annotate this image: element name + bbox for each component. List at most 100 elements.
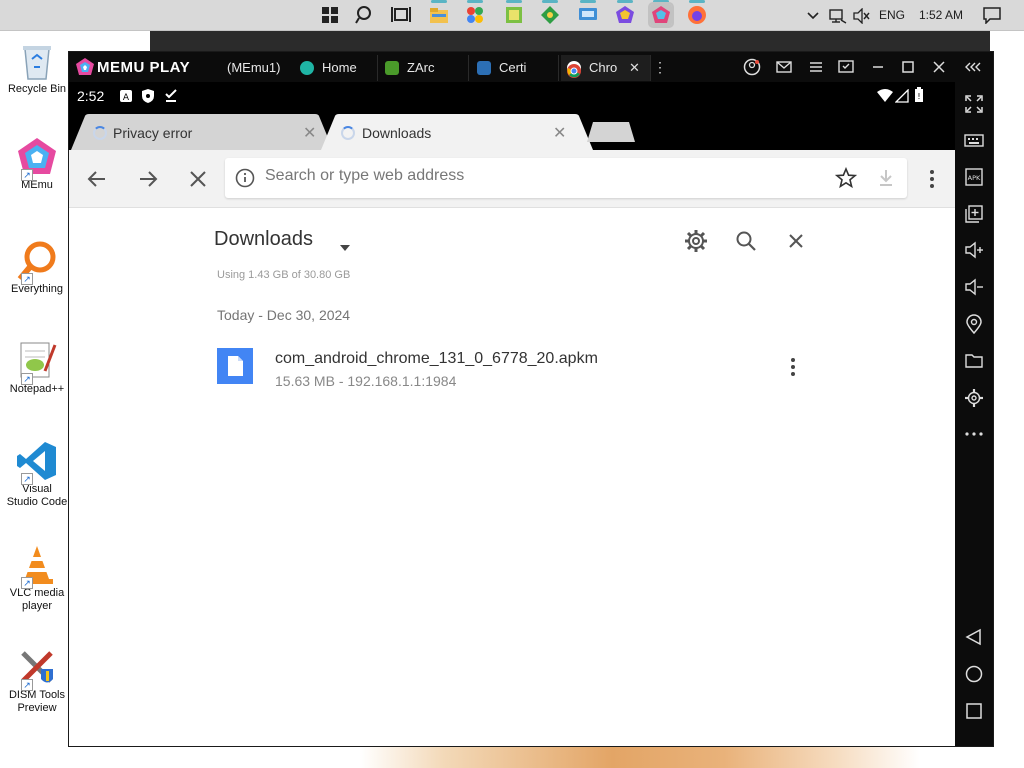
file-explorer-icon[interactable] bbox=[428, 4, 450, 26]
folder-icon[interactable] bbox=[964, 351, 984, 371]
certi-app-icon bbox=[477, 61, 491, 75]
add-window-icon[interactable] bbox=[964, 204, 984, 224]
back-arrow-icon[interactable] bbox=[84, 166, 110, 192]
close-icon[interactable] bbox=[930, 58, 948, 76]
search-icon[interactable] bbox=[354, 4, 376, 26]
everything-search-icon: ↗ bbox=[15, 239, 59, 285]
battery-icon: ! bbox=[915, 87, 923, 103]
maximize-icon[interactable] bbox=[899, 58, 917, 76]
recents-icon[interactable] bbox=[964, 701, 984, 721]
file-name[interactable]: com_android_chrome_131_0_6778_20.apkm bbox=[275, 350, 598, 368]
url-input[interactable] bbox=[265, 167, 825, 185]
account-icon[interactable] bbox=[743, 58, 761, 76]
memu-multi-icon[interactable] bbox=[648, 2, 674, 28]
firefox-icon[interactable] bbox=[686, 4, 708, 26]
memu-tab-chrome[interactable]: Chro ✕ bbox=[561, 55, 651, 81]
menu-icon[interactable] bbox=[807, 58, 825, 76]
notepad-plus-plus-icon: ↗ bbox=[15, 339, 59, 385]
chrome-toolbar bbox=[69, 150, 955, 208]
background-window bbox=[150, 31, 990, 51]
settings-icon[interactable] bbox=[964, 388, 984, 408]
clock[interactable]: 1:52 AM bbox=[919, 8, 963, 22]
network-icon[interactable] bbox=[829, 8, 847, 24]
memu-icon: ↗ bbox=[15, 135, 59, 181]
windows-taskbar: ENG 1:52 AM bbox=[0, 0, 1024, 31]
more-icon[interactable] bbox=[964, 424, 984, 444]
download-item[interactable]: com_android_chrome_131_0_6778_20.apkm 15… bbox=[215, 344, 815, 394]
green-tool-icon[interactable] bbox=[539, 4, 561, 26]
desktop-item-everything[interactable]: ↗ Everything bbox=[6, 239, 68, 296]
volume-up-icon[interactable] bbox=[964, 240, 984, 260]
apk-icon[interactable]: APK bbox=[964, 167, 984, 187]
remote-desktop-icon[interactable] bbox=[577, 4, 599, 26]
svg-text:APK: APK bbox=[968, 174, 981, 182]
notepad-plus-icon[interactable] bbox=[503, 4, 525, 26]
back-icon[interactable] bbox=[964, 627, 984, 647]
storage-usage: Using 1.43 GB of 30.80 GB bbox=[217, 269, 351, 281]
fullscreen-icon[interactable] bbox=[964, 94, 984, 114]
notifications-icon[interactable] bbox=[982, 6, 1002, 25]
location-icon[interactable] bbox=[964, 314, 984, 335]
memu-tab-certi[interactable]: Certi bbox=[471, 55, 559, 81]
desktop-item-vscode[interactable]: ↗ Visual Studio Code bbox=[6, 439, 68, 509]
search-icon[interactable] bbox=[733, 228, 759, 254]
volume-down-icon[interactable] bbox=[964, 277, 984, 297]
screen-mode-icon[interactable] bbox=[837, 58, 855, 76]
settings-gear-icon[interactable] bbox=[683, 228, 709, 254]
info-icon[interactable] bbox=[235, 168, 255, 188]
collapse-sidebar-icon[interactable] bbox=[964, 58, 982, 76]
app-icon-colorful[interactable] bbox=[464, 4, 486, 26]
downloads-page: Downloads Using 1.43 GB of 30.80 GB Toda… bbox=[69, 208, 955, 746]
page-title: Downloads bbox=[214, 228, 313, 250]
stop-loading-icon[interactable] bbox=[185, 166, 211, 192]
vscode-icon: ↗ bbox=[15, 439, 59, 485]
close-tab-icon[interactable]: ✕ bbox=[553, 123, 566, 143]
file-meta: 15.63 MB - 192.168.1.1:1984 bbox=[275, 373, 457, 389]
loading-spinner-icon bbox=[93, 126, 107, 140]
memu-titlebar[interactable]: MEMU PLAY (MEmu1) Home ZArc Certi Chro ✕… bbox=[69, 52, 993, 82]
android-screen: 2:52 A ! Privacy error ✕ Downloads ✕ Sea… bbox=[69, 82, 955, 746]
mail-icon[interactable] bbox=[775, 58, 793, 76]
status-time: 2:52 bbox=[77, 88, 105, 104]
task-view-icon[interactable] bbox=[390, 4, 412, 26]
download-page-icon[interactable] bbox=[877, 168, 895, 188]
new-tab-button[interactable] bbox=[587, 122, 635, 142]
close-tab-icon[interactable]: ✕ bbox=[629, 55, 640, 81]
close-icon[interactable] bbox=[783, 228, 809, 254]
desktop: Recycle Bin ↗ MEmu ↗ Everything ↗ Notepa… bbox=[0, 31, 68, 768]
home-icon[interactable] bbox=[964, 664, 984, 684]
more-tabs-icon[interactable]: ⋮ bbox=[651, 58, 669, 76]
desktop-wallpaper bbox=[360, 747, 920, 768]
memu-tab-home[interactable]: Home bbox=[294, 55, 378, 81]
language-indicator[interactable]: ENG bbox=[879, 8, 905, 22]
loading-spinner-icon bbox=[341, 126, 355, 140]
wifi-icon bbox=[877, 89, 893, 103]
desktop-item-notepad-plus-plus[interactable]: ↗ Notepad++ bbox=[6, 339, 68, 396]
minimize-icon[interactable] bbox=[869, 58, 887, 76]
chevron-up-icon[interactable] bbox=[806, 8, 820, 22]
signal-icon bbox=[894, 88, 909, 103]
start-icon[interactable] bbox=[319, 4, 341, 26]
desktop-item-recycle-bin[interactable]: Recycle Bin bbox=[6, 39, 68, 96]
chrome-tab-privacy-error[interactable]: Privacy error ✕ bbox=[71, 114, 333, 150]
dism-tools-icon: ↗ bbox=[15, 645, 59, 691]
memu-window: MEMU PLAY (MEmu1) Home ZArc Certi Chro ✕… bbox=[68, 51, 994, 747]
memu-tab-zarc[interactable]: ZArc bbox=[379, 55, 469, 81]
volume-muted-icon[interactable] bbox=[853, 7, 871, 25]
filter-dropdown-icon[interactable] bbox=[339, 239, 351, 251]
chrome-app-icon bbox=[567, 61, 581, 78]
chrome-tab-downloads[interactable]: Downloads ✕ bbox=[321, 114, 593, 150]
item-menu-icon[interactable] bbox=[785, 356, 801, 378]
forward-arrow-icon[interactable] bbox=[135, 166, 161, 192]
chrome-menu-icon[interactable] bbox=[919, 166, 945, 192]
desktop-item-memu[interactable]: ↗ MEmu bbox=[6, 135, 68, 192]
home-app-icon bbox=[300, 61, 314, 75]
desktop-item-dism-tools[interactable]: ↗ DISM Tools Preview bbox=[6, 645, 68, 715]
memu-icon[interactable] bbox=[614, 4, 636, 26]
address-bar[interactable] bbox=[225, 158, 907, 198]
bookmark-star-icon[interactable] bbox=[834, 166, 858, 189]
close-tab-icon[interactable]: ✕ bbox=[303, 123, 316, 143]
memu-brand: MEMU PLAY bbox=[97, 59, 191, 76]
desktop-item-vlc[interactable]: ↗ VLC media player bbox=[6, 543, 68, 613]
keyboard-icon[interactable] bbox=[964, 130, 984, 150]
